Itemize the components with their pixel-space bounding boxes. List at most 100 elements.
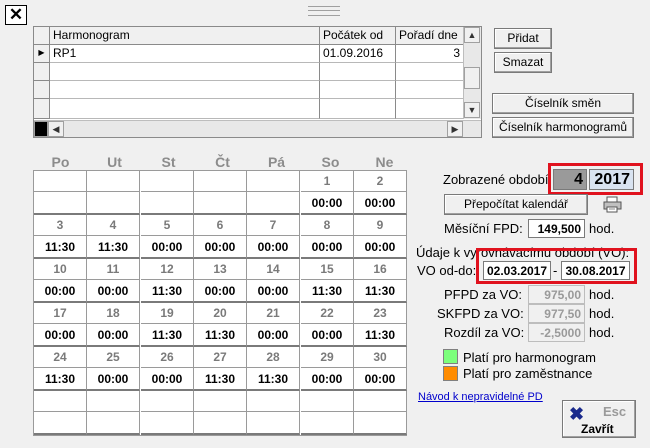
calendar-day-hours[interactable]: 00:00 <box>354 236 407 259</box>
shift-codes-button[interactable]: Číselník směn <box>492 93 634 114</box>
calendar-day-hours[interactable]: 00:00 <box>301 324 354 347</box>
calendar-day-hours[interactable] <box>247 192 300 215</box>
recalc-calendar-button[interactable]: Přepočítat kalendář <box>444 194 588 215</box>
calendar-day-hours[interactable] <box>141 192 194 215</box>
table-cell-harmonogram[interactable]: RP1 <box>50 45 320 63</box>
drag-grip-icon[interactable] <box>308 6 340 16</box>
calendar-day-hours[interactable]: 11:30 <box>354 280 407 303</box>
calendar-day-hours[interactable] <box>247 412 300 435</box>
scroll-left-icon[interactable]: ◀ <box>48 121 64 137</box>
calendar-day-number <box>301 391 354 412</box>
row-pointer-icon[interactable]: ▶ <box>34 45 50 63</box>
scroll-left-thumb[interactable] <box>34 121 48 137</box>
table-cell-empty[interactable] <box>320 81 396 99</box>
calendar-day-hours[interactable]: 00:00 <box>34 280 87 303</box>
calendar-day-hours[interactable]: 11:30 <box>34 236 87 259</box>
delete-button[interactable]: Smazat <box>494 52 552 73</box>
column-header-start[interactable]: Počátek od <box>320 27 396 45</box>
calendar-day-hours[interactable] <box>141 412 194 435</box>
calendar-day-hours[interactable]: 00:00 <box>301 192 354 215</box>
scroll-right-icon[interactable]: ▶ <box>447 121 463 137</box>
table-cell-empty[interactable] <box>50 99 320 119</box>
calendar-day-hours[interactable]: 00:00 <box>141 368 194 391</box>
scroll-down-icon[interactable]: ▼ <box>464 102 480 118</box>
calendar-day-hours[interactable] <box>354 412 407 435</box>
irregular-pd-guide-link[interactable]: Návod k nepravidelné PD <box>418 391 543 403</box>
calendar-day-number: 24 <box>34 347 87 368</box>
table-cell-empty[interactable] <box>320 99 396 119</box>
calendar-day-hours[interactable]: 00:00 <box>194 280 247 303</box>
fpd-field[interactable]: 149,500 <box>528 219 585 238</box>
calendar-day-hours[interactable]: 11:30 <box>194 324 247 347</box>
calendar-day-hours[interactable]: 00:00 <box>247 280 300 303</box>
calendar-day-hours[interactable]: 00:00 <box>301 236 354 259</box>
table-cell-start[interactable]: 01.09.2016 <box>320 45 396 63</box>
harmonogram-codes-button[interactable]: Číselník harmonogramů <box>492 117 634 138</box>
table-cell-empty[interactable] <box>396 63 464 81</box>
vertical-scrollbar[interactable]: ▲ ▼ <box>463 27 481 119</box>
calendar-day-hours[interactable] <box>194 412 247 435</box>
pfpd-unit: hod. <box>589 287 615 302</box>
close-window-button[interactable]: ✕ <box>5 5 27 25</box>
scroll-thumb[interactable] <box>464 67 480 89</box>
calendar-day-hours[interactable]: 11:30 <box>247 368 300 391</box>
harmonogram-table[interactable]: Harmonogram Počátek od Pořadí dne ▶ RP1 … <box>33 26 482 138</box>
calendar-day-hours[interactable]: 00:00 <box>87 368 140 391</box>
calendar-day-hours[interactable] <box>34 192 87 215</box>
calendar-day-hours[interactable]: 11:30 <box>34 368 87 391</box>
calendar-day-number: 15 <box>301 259 354 280</box>
calendar-day-hours[interactable]: 00:00 <box>301 368 354 391</box>
column-header-order[interactable]: Pořadí dne <box>396 27 464 45</box>
diff-label: Rozdíl za VO: <box>444 325 525 340</box>
calendar-day-hours[interactable]: 00:00 <box>87 324 140 347</box>
calendar-day-hours[interactable]: 00:00 <box>34 324 87 347</box>
table-cell-empty[interactable] <box>50 81 320 99</box>
printer-icon[interactable] <box>603 196 622 213</box>
add-button[interactable]: Přidat <box>494 28 552 49</box>
calendar-day-hours[interactable]: 00:00 <box>141 236 194 259</box>
row-selector[interactable] <box>34 99 50 119</box>
calendar-day-hours[interactable]: 11:30 <box>301 280 354 303</box>
table-cell-order[interactable]: 3 <box>396 45 464 63</box>
calendar-day-hours[interactable]: 00:00 <box>354 192 407 215</box>
scroll-up-icon[interactable]: ▲ <box>464 27 480 43</box>
calendar-day-number: 16 <box>354 259 407 280</box>
calendar-day-hours[interactable]: 00:00 <box>194 236 247 259</box>
pfpd-label: PFPD za VO: <box>444 287 523 302</box>
calendar-day-number <box>247 171 300 192</box>
calendar-day-hours[interactable]: 11:30 <box>194 368 247 391</box>
table-cell-empty[interactable] <box>396 99 464 119</box>
calendar-day-number: 18 <box>87 303 140 324</box>
calendar-day-number <box>194 391 247 412</box>
row-selector[interactable] <box>34 63 50 81</box>
table-cell-empty[interactable] <box>320 63 396 81</box>
calendar-day-number: 2 <box>354 171 407 192</box>
calendar-day-hours[interactable]: 00:00 <box>247 236 300 259</box>
calendar-day-hours[interactable] <box>194 192 247 215</box>
calendar-day-hours[interactable] <box>301 412 354 435</box>
calendar-day-hours[interactable]: 00:00 <box>247 324 300 347</box>
calendar-day-number: 22 <box>301 303 354 324</box>
row-selector[interactable] <box>34 81 50 99</box>
calendar-day-hours[interactable] <box>87 412 140 435</box>
legend-harmonogram-swatch <box>443 349 458 364</box>
calendar-day-hours[interactable]: 11:30 <box>141 280 194 303</box>
calendar-day-number: 29 <box>301 347 354 368</box>
table-cell-empty[interactable] <box>396 81 464 99</box>
calendar-day-number <box>354 391 407 412</box>
calendar-day-hours[interactable]: 00:00 <box>87 280 140 303</box>
table-cell-empty[interactable] <box>50 63 320 81</box>
calendar-day-number: 5 <box>141 215 194 236</box>
close-button-label: Zavřít <box>581 422 614 436</box>
calendar-day-hours[interactable] <box>34 412 87 435</box>
column-header-harmonogram[interactable]: Harmonogram <box>50 27 320 45</box>
calendar-day-hours[interactable]: 11:30 <box>141 324 194 347</box>
calendar-day-hours[interactable]: 11:30 <box>87 236 140 259</box>
calendar-day-hours[interactable]: 11:30 <box>354 324 407 347</box>
horizontal-scrollbar[interactable]: ◀ ▶ <box>34 120 481 137</box>
calendar-day-hours[interactable] <box>87 192 140 215</box>
close-button[interactable]: ✖ Esc Zavřít <box>562 400 636 438</box>
skfpd-field: 977,50 <box>528 304 585 323</box>
calendar-day-hours[interactable]: 00:00 <box>354 368 407 391</box>
day-header-wed: St <box>161 154 176 170</box>
